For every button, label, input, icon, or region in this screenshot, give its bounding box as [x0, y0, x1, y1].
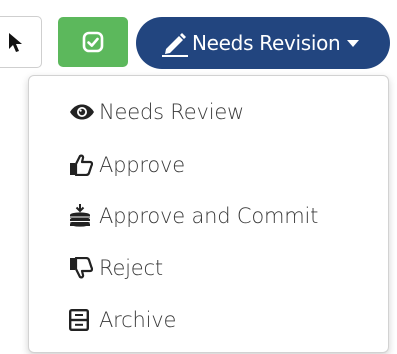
- menu-item-reject[interactable]: Reject: [69, 248, 163, 288]
- menu-item-label: Archive: [99, 308, 177, 332]
- stack-icon: [69, 204, 95, 228]
- pointer-icon: [9, 33, 22, 52]
- menu-item-needs-review[interactable]: Needs Review: [69, 92, 244, 132]
- check-square-icon: [82, 31, 104, 53]
- eye-icon: [69, 100, 95, 124]
- menu-item-label: Needs Review: [99, 100, 245, 124]
- menu-item-label: Approve and Commit: [99, 204, 319, 228]
- workflow-toolbar: Needs Revision Needs Review Approve Appr…: [0, 0, 397, 354]
- menu-item-approve[interactable]: Approve: [69, 145, 185, 185]
- chevron-down-icon: [347, 39, 360, 47]
- status-menu: Needs Review Approve Approve and Commit …: [28, 75, 389, 353]
- check-button[interactable]: [58, 17, 128, 67]
- menu-item-label: Reject: [99, 256, 163, 280]
- thumbs-up-icon: [69, 153, 95, 177]
- archive-icon: [69, 308, 95, 332]
- menu-item-archive[interactable]: Archive: [69, 300, 176, 340]
- menu-item-label: Approve: [99, 153, 185, 177]
- thumbs-down-icon: [69, 256, 95, 280]
- select-tool-button[interactable]: [0, 16, 42, 68]
- status-dropdown-toggle[interactable]: Needs Revision: [136, 17, 390, 69]
- pencil-icon: [162, 33, 188, 57]
- status-label: Needs Revision: [192, 31, 341, 55]
- menu-item-approve-and-commit[interactable]: Approve and Commit: [69, 196, 318, 236]
